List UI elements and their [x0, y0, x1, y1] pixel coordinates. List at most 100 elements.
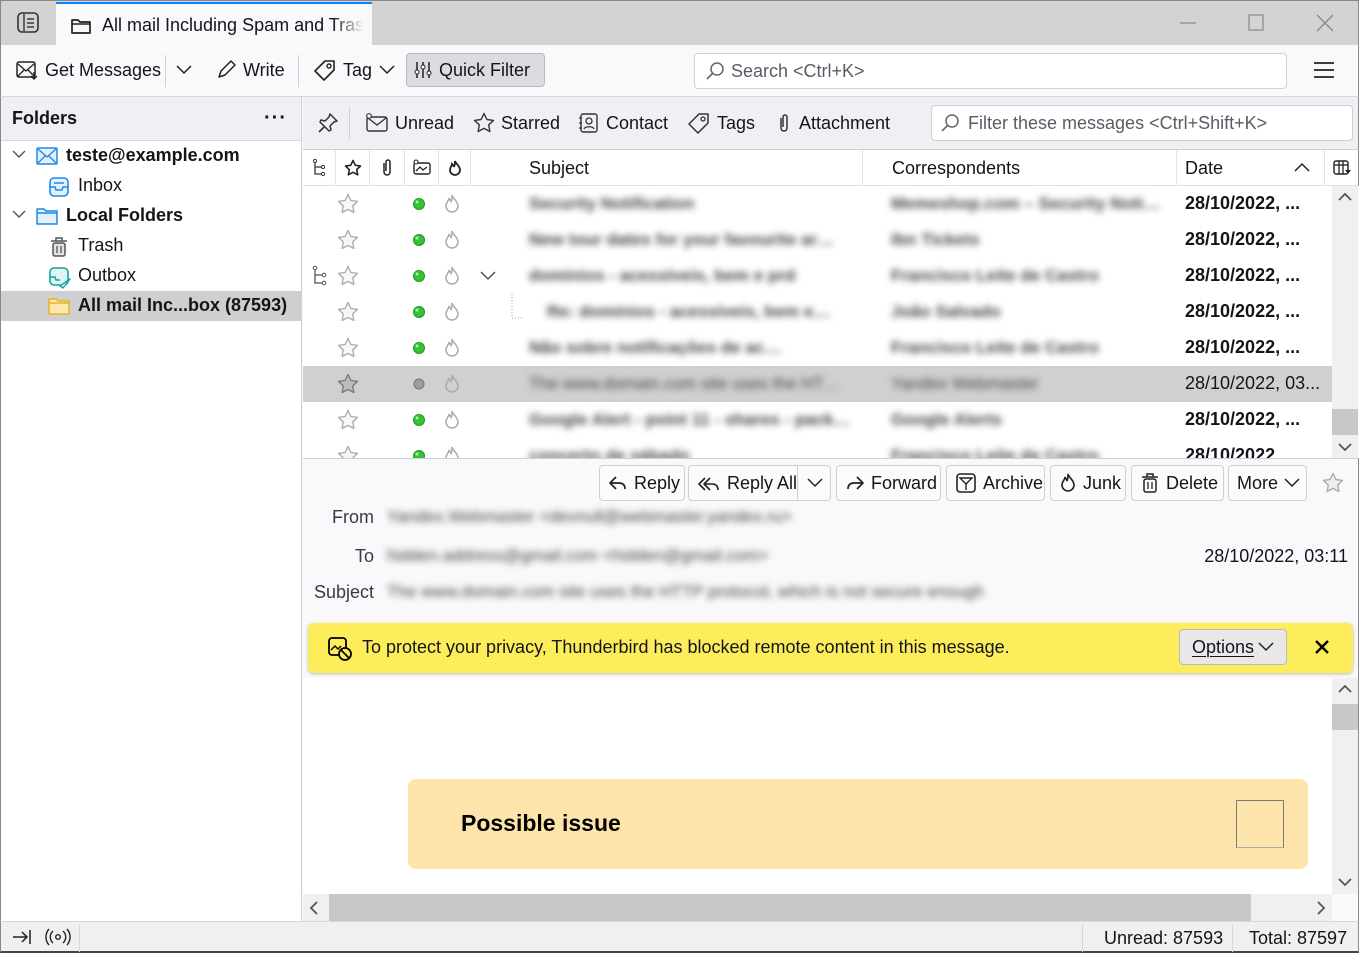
- star-toggle-icon[interactable]: [337, 438, 359, 458]
- spaces-toolbar-toggle-icon[interactable]: [15, 11, 43, 35]
- junk-flame-icon[interactable]: [443, 402, 461, 438]
- filter-tags-button[interactable]: Tags: [687, 110, 755, 136]
- column-attachment[interactable]: [370, 150, 405, 186]
- quick-filter-button[interactable]: Quick Filter: [406, 53, 545, 87]
- folder-pane-more-button[interactable]: ···: [264, 107, 287, 130]
- message-row[interactable]: concerto de sábado Francisco Leite de Cas…: [303, 438, 1332, 458]
- scroll-right-icon[interactable]: [1316, 901, 1326, 915]
- junk-flame-icon[interactable]: [443, 366, 461, 402]
- global-search-input[interactable]: Search <Ctrl+K>: [694, 53, 1287, 89]
- online-status-icon[interactable]: [44, 927, 72, 947]
- message-row[interactable]: New tour dates for your favourite ar… Ibn…: [303, 222, 1332, 258]
- folder-item-outbox[interactable]: Outbox: [1, 261, 301, 291]
- message-row[interactable]: domínios - acessíveis, bem e prd Francisc…: [303, 258, 1332, 294]
- close-notification-icon[interactable]: [1314, 639, 1330, 655]
- sticky-filter-pin[interactable]: [317, 110, 339, 136]
- column-date[interactable]: Date: [1177, 150, 1325, 186]
- folder-item-all-mail[interactable]: All mail Inc...box (87593): [1, 291, 301, 321]
- get-messages-dropdown[interactable]: [169, 53, 199, 87]
- write-button[interactable]: Write: [209, 53, 291, 87]
- maximize-icon[interactable]: [1244, 11, 1268, 35]
- tag-button[interactable]: Tag: [307, 53, 402, 87]
- filter-messages-input[interactable]: Filter these messages <Ctrl+Shift+K>: [931, 105, 1353, 141]
- forward-button[interactable]: Forward: [836, 465, 941, 501]
- app-menu-icon[interactable]: [1311, 59, 1337, 81]
- unread-dot-icon[interactable]: [412, 222, 426, 258]
- unread-dot-icon[interactable]: [412, 186, 426, 222]
- column-thread[interactable]: [303, 150, 336, 186]
- from-value[interactable]: Yandex.Webmaster <devnull@webmaster.yand…: [387, 507, 792, 527]
- star-toggle-icon[interactable]: [337, 294, 359, 330]
- folder-item-local-folders[interactable]: Local Folders: [1, 201, 301, 231]
- message-row[interactable]: Google Alert - point 11 - shares - pack……: [303, 402, 1332, 438]
- message-row[interactable]: Re: domínios - acessíveis, bem e… João Sa…: [303, 294, 1332, 330]
- unread-dot-icon[interactable]: [412, 402, 426, 438]
- tab-all-mail[interactable]: All mail Including Spam and Trash: [56, 2, 372, 46]
- notification-options-button[interactable]: Options: [1179, 629, 1287, 665]
- reply-all-button[interactable]: Reply All: [688, 465, 831, 501]
- thread-list[interactable]: Security Notification Memeshop.com – Secu…: [303, 186, 1332, 458]
- collapse-pane-icon[interactable]: [11, 928, 33, 946]
- message-row[interactable]: Não sobre notificações de ac… Francisco L…: [303, 330, 1332, 366]
- chevron-down-icon[interactable]: [11, 209, 27, 221]
- archive-button[interactable]: Archive: [946, 465, 1045, 501]
- junk-flame-icon[interactable]: [443, 438, 461, 458]
- star-toggle-icon[interactable]: [337, 258, 359, 294]
- scroll-down-icon[interactable]: [1338, 877, 1352, 887]
- star-toggle-icon[interactable]: [337, 330, 359, 366]
- junk-flame-icon[interactable]: [443, 186, 461, 222]
- scroll-left-icon[interactable]: [309, 901, 319, 915]
- minimize-icon[interactable]: [1176, 11, 1200, 35]
- folder-item-trash[interactable]: Trash: [1, 231, 301, 261]
- filter-contact-button[interactable]: Contact: [578, 110, 668, 136]
- column-correspondents[interactable]: Correspondents: [863, 150, 1177, 186]
- unread-dot-icon[interactable]: [412, 438, 426, 458]
- junk-flame-icon[interactable]: [443, 222, 461, 258]
- reply-all-dropdown[interactable]: [797, 466, 831, 500]
- reply-button[interactable]: Reply: [599, 465, 685, 501]
- unread-dot-icon[interactable]: [412, 330, 426, 366]
- thread-list-scrollbar[interactable]: [1332, 186, 1358, 458]
- folder-item-inbox[interactable]: Inbox: [1, 171, 301, 201]
- unread-dot-icon[interactable]: [412, 258, 426, 294]
- scroll-down-icon[interactable]: [1338, 442, 1352, 452]
- filter-starred-button[interactable]: Starred: [473, 110, 560, 136]
- column-junk[interactable]: [439, 150, 471, 186]
- filter-unread-button[interactable]: Unread: [365, 110, 454, 136]
- delete-button[interactable]: Delete: [1131, 465, 1224, 501]
- close-icon[interactable]: [1313, 11, 1337, 35]
- scrollbar-thumb[interactable]: [1332, 409, 1358, 435]
- filter-attachment-button[interactable]: Attachment: [775, 110, 890, 136]
- scroll-up-icon[interactable]: [1338, 192, 1352, 202]
- message-row[interactable]: The www.domain.com site uses the HT… Yand…: [303, 366, 1332, 402]
- column-starred[interactable]: [336, 150, 370, 186]
- star-toggle-icon[interactable]: [337, 366, 359, 402]
- junk-flame-icon[interactable]: [443, 258, 461, 294]
- star-message-icon[interactable]: [1322, 472, 1344, 494]
- get-messages-button[interactable]: Get Messages: [9, 53, 167, 87]
- junk-flame-icon[interactable]: [443, 330, 461, 366]
- unread-dot-icon[interactable]: [412, 294, 426, 330]
- star-toggle-icon[interactable]: [337, 186, 359, 222]
- separator: [298, 55, 299, 87]
- more-button[interactable]: More: [1228, 465, 1307, 501]
- scrollbar-thumb[interactable]: [1332, 704, 1358, 730]
- junk-flame-icon[interactable]: [443, 294, 461, 330]
- column-subject[interactable]: Subject: [471, 150, 863, 186]
- folder-label: Local Folders: [66, 205, 184, 225]
- read-dot-icon[interactable]: [412, 366, 426, 402]
- thread-toggle-chevron-icon[interactable]: [479, 258, 497, 294]
- star-toggle-icon[interactable]: [337, 222, 359, 258]
- message-row[interactable]: Security Notification Memeshop.com – Secu…: [303, 186, 1332, 222]
- folder-item-account[interactable]: teste@example.com: [1, 141, 301, 171]
- to-value[interactable]: hidden.address@gmail.com <hidden@gmail.c…: [387, 546, 768, 566]
- column-read-status[interactable]: [405, 150, 439, 186]
- scrollbar-thumb[interactable]: [329, 894, 1251, 921]
- scroll-up-icon[interactable]: [1338, 684, 1352, 694]
- message-body-scrollbar[interactable]: [1332, 678, 1358, 894]
- column-picker-button[interactable]: [1325, 150, 1359, 186]
- star-toggle-icon[interactable]: [337, 402, 359, 438]
- message-body-hscrollbar[interactable]: [303, 894, 1332, 921]
- chevron-down-icon[interactable]: [11, 149, 27, 161]
- junk-button[interactable]: Junk: [1050, 465, 1126, 501]
